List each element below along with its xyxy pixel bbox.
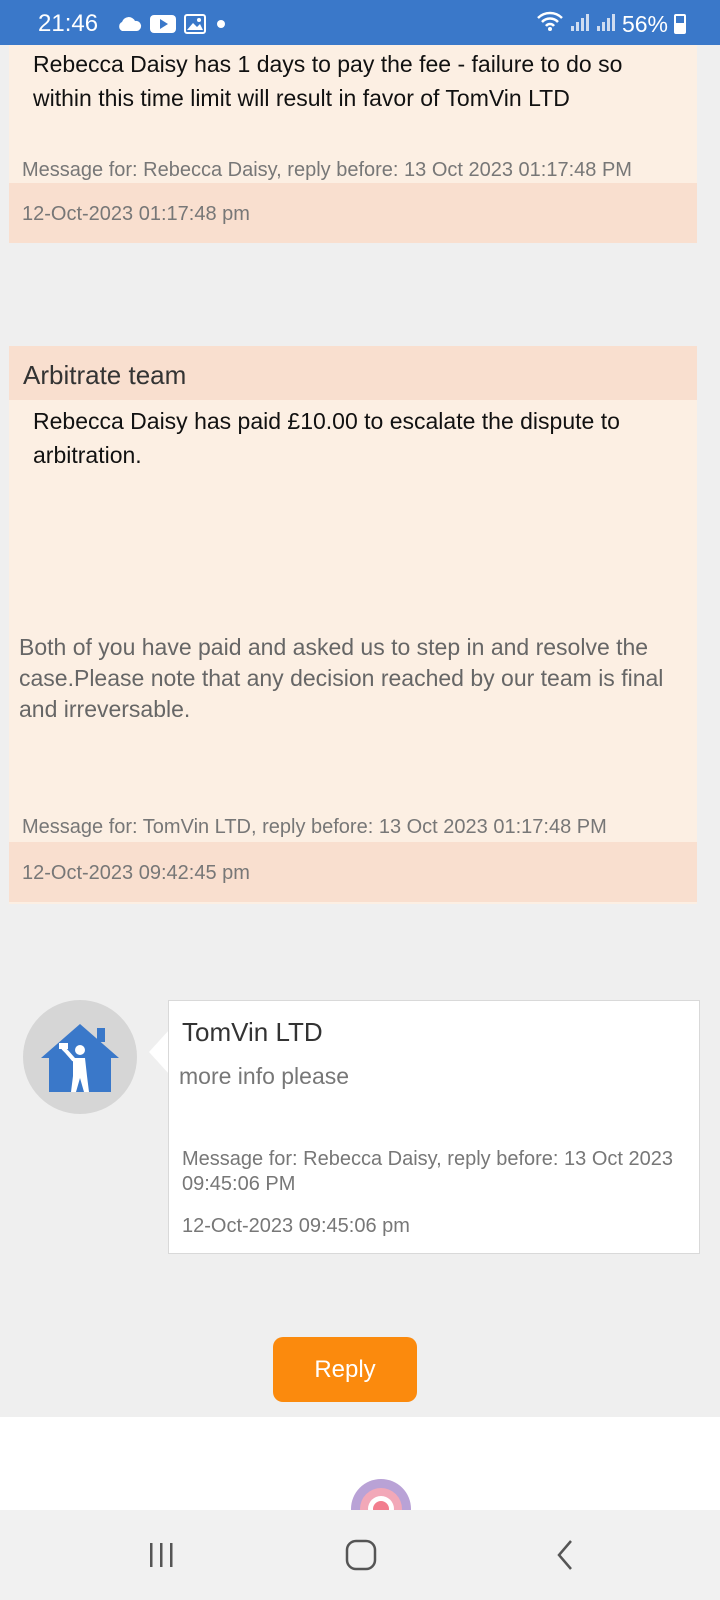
message-bubble: TomVin LTD more info please Message for:… (168, 1000, 700, 1254)
cloud-icon (116, 16, 142, 37)
navigation-bar (0, 1510, 720, 1600)
back-icon[interactable] (535, 1535, 595, 1575)
message-sender: TomVin LTD (182, 1017, 323, 1047)
avatar (23, 1000, 137, 1114)
status-notification-icons (116, 14, 228, 39)
message-note: Both of you have paid and asked us to st… (19, 634, 664, 722)
dot-icon (214, 17, 228, 36)
signal-icon (596, 11, 616, 38)
message-sender: Arbitrate team (9, 346, 697, 400)
status-right: 56% (536, 10, 686, 38)
house-person-icon (41, 1024, 119, 1092)
gallery-icon (184, 14, 206, 39)
bubble-tail (149, 1030, 169, 1074)
message-card: Arbitrate team Rebecca Daisy has paid £1… (9, 346, 697, 904)
message-timestamp: 12-Oct-2023 09:45:06 pm (182, 1215, 410, 1237)
youtube-icon (150, 15, 176, 38)
message-body: Rebecca Daisy has paid £10.00 to escalat… (33, 408, 620, 468)
signal-icon (570, 11, 590, 38)
wifi-icon (536, 10, 564, 38)
status-bar: 21:46 56% (0, 0, 720, 45)
recent-apps-icon[interactable] (131, 1535, 191, 1575)
message-card: Rebecca Daisy has 1 days to pay the fee … (9, 45, 697, 243)
message-body: more info please (179, 1063, 350, 1089)
message-body: Rebecca Daisy has 1 days to pay the fee … (33, 51, 623, 111)
message-meta: Message for: Rebecca Daisy, reply before… (22, 159, 632, 181)
message-timestamp: 12-Oct-2023 09:42:45 pm (9, 842, 697, 902)
battery-icon (674, 14, 686, 34)
home-icon[interactable] (331, 1535, 391, 1575)
battery-level: 56% (621, 10, 668, 37)
message-timestamp: 12-Oct-2023 01:17:48 pm (9, 183, 697, 243)
message-meta: Message for: TomVin LTD, reply before: 1… (22, 816, 607, 838)
status-time: 21:46 (38, 10, 99, 37)
message-meta: Message for: Rebecca Daisy, reply before… (182, 1148, 673, 1195)
reply-button[interactable]: Reply (273, 1337, 417, 1402)
